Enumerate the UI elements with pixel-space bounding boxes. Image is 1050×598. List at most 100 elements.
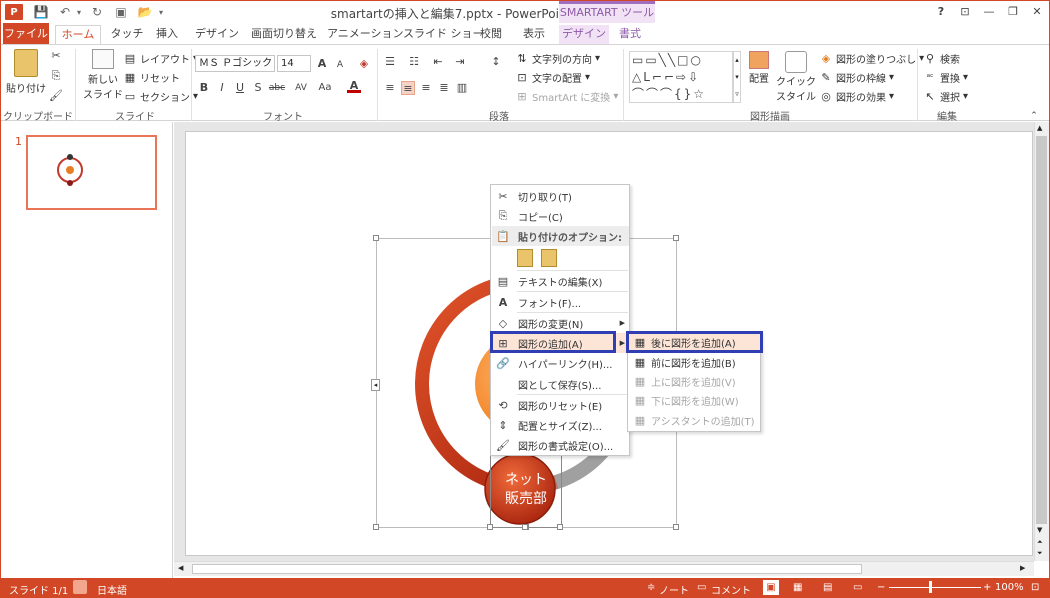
numbering-icon[interactable]: ☷ (407, 55, 421, 69)
text-direction-button[interactable]: ⇅ 文字列の方向 ▾ (515, 51, 600, 67)
reset-button[interactable]: ▦ リセット (123, 70, 180, 86)
menu-item-save-as-picture[interactable]: 図として保存(S)... (492, 374, 629, 394)
shape-outline-button[interactable]: ✎ 図形の枠線 ▾ (819, 70, 894, 86)
help-button[interactable]: ? (929, 3, 953, 21)
convert-smartart-button[interactable]: ⊞ SmartArt に変換 ▾ (515, 89, 618, 105)
tab-touch[interactable]: タッチ (109, 25, 145, 45)
slide-sorter-icon[interactable]: ▦ (793, 582, 802, 593)
fit-slide-icon[interactable]: ⊡ (1031, 582, 1039, 593)
align-left-icon[interactable]: ≡ (383, 81, 397, 95)
submenu-add-assistant[interactable]: ▦ アシスタントの追加(T) (629, 411, 760, 430)
shape-effects-button[interactable]: ◎ 図形の効果 ▾ (819, 89, 894, 105)
tab-home[interactable]: ホーム (55, 25, 101, 46)
vertical-scroll-thumb[interactable] (1036, 136, 1047, 524)
scroll-down-icon[interactable]: ▼ (1037, 526, 1042, 534)
smartart-node-text[interactable]: ネット 販売部 (493, 471, 559, 509)
arrange-button[interactable]: 配置 (745, 51, 773, 85)
collapse-ribbon-icon[interactable]: ⌃ (1027, 109, 1041, 123)
tab-animations[interactable]: アニメーション (327, 25, 404, 45)
paste-keep-formatting-icon[interactable] (517, 249, 533, 267)
cut-icon[interactable]: ✂ (49, 49, 63, 63)
minimize-button[interactable]: — (977, 3, 1001, 21)
notes-button[interactable]: ノート (659, 582, 689, 597)
undo-dropdown-icon[interactable]: ▾ (71, 4, 87, 20)
paste-as-picture-icon[interactable] (541, 249, 557, 267)
tab-review[interactable]: 校閲 (479, 25, 503, 45)
strikethrough-button[interactable]: abc (267, 81, 287, 95)
menu-item-font[interactable]: A フォント(F)... (492, 292, 629, 312)
language-indicator[interactable]: 日本語 (97, 582, 127, 597)
clear-formatting-icon[interactable]: ◈ (357, 57, 371, 71)
resize-handle[interactable] (557, 524, 563, 530)
spellcheck-icon[interactable] (73, 580, 87, 594)
bullets-icon[interactable]: ☰ (383, 55, 397, 69)
underline-button[interactable]: U (233, 81, 247, 95)
menu-item-edit-text[interactable]: ▤ テキストの編集(X) (492, 271, 629, 291)
submenu-add-above[interactable]: ▦ 上に図形を追加(V) (629, 372, 760, 391)
tab-file[interactable]: ファイル (3, 23, 49, 45)
horizontal-scroll-thumb[interactable] (192, 564, 862, 574)
find-button[interactable]: ⚲ 検索 (923, 51, 960, 67)
bold-button[interactable]: B (197, 81, 211, 95)
line-spacing-icon[interactable]: ↕ (489, 55, 503, 69)
tab-slideshow[interactable]: スライド ショー (403, 25, 484, 45)
justify-icon[interactable]: ≣ (437, 81, 451, 95)
tab-design[interactable]: デザイン (195, 25, 239, 45)
menu-item-copy[interactable]: ⎘ コピー(C) (492, 206, 629, 226)
shadow-button[interactable]: S (251, 81, 265, 95)
submenu-add-below[interactable]: ▦ 下に図形を追加(W) (629, 391, 760, 410)
ribbon-display-options-button[interactable]: ⊡ (953, 3, 977, 21)
menu-item-change-shape[interactable]: ◇ 図形の変更(N) ▶ (492, 313, 629, 333)
comments-icon[interactable]: ▭ (697, 582, 706, 593)
comments-button[interactable]: コメント (711, 582, 751, 597)
replace-button[interactable]: ᵃᶜ 置換 ▾ (923, 70, 968, 85)
previous-slide-icon[interactable]: ⏶ (1037, 538, 1043, 547)
change-case-button[interactable]: Aa (315, 81, 335, 95)
layout-button[interactable]: ▤レイアウト▾ (123, 51, 198, 67)
submenu-add-before[interactable]: ▦ 前に図形を追加(B) (629, 353, 760, 372)
columns-icon[interactable]: ▥ (455, 81, 469, 95)
scroll-right-icon[interactable]: ▶ (1020, 564, 1025, 572)
zoom-out-icon[interactable]: − (877, 582, 885, 593)
tab-insert[interactable]: 挿入 (151, 25, 183, 45)
section-button[interactable]: ▭ セクション ▾ (123, 89, 198, 105)
select-button[interactable]: ↖ 選択 ▾ (923, 89, 968, 105)
next-slide-icon[interactable]: ⏷ (1037, 549, 1043, 558)
resize-handle[interactable] (522, 524, 528, 530)
reading-view-icon[interactable]: ▤ (823, 582, 832, 593)
redo-icon[interactable]: ↻ (89, 4, 105, 20)
zoom-slider[interactable] (889, 587, 981, 588)
align-center-icon[interactable]: ≡ (401, 81, 415, 95)
shapes-gallery[interactable]: ▭▭╲╲□○ △ᒪ⌐⌐⇨⇩ ⌒⌒⌒{}☆ (629, 51, 733, 103)
slideshow-view-icon[interactable]: ▭ (853, 582, 862, 593)
tab-view[interactable]: 表示 (521, 25, 547, 45)
zoom-slider-thumb[interactable] (929, 581, 932, 593)
tab-smartart-design[interactable]: デザイン (559, 25, 609, 45)
resize-handle[interactable] (487, 524, 493, 530)
increase-indent-icon[interactable]: ⇥ (453, 55, 467, 69)
save-icon[interactable]: 💾 (33, 4, 49, 20)
menu-item-format-shape[interactable]: 🖌 図形の書式設定(O)... (492, 435, 629, 455)
character-spacing-button[interactable]: AV (291, 81, 311, 95)
zoom-in-icon[interactable]: + (983, 582, 991, 593)
shrink-font-icon[interactable]: A (333, 58, 347, 72)
open-folder-icon[interactable]: 📂 (137, 4, 153, 20)
close-button[interactable]: ✕ (1025, 3, 1049, 21)
notes-icon[interactable]: ≑ (647, 582, 655, 593)
zoom-level[interactable]: 100% (995, 582, 1024, 593)
italic-button[interactable]: I (215, 81, 229, 95)
grow-font-icon[interactable]: A (315, 57, 329, 71)
scroll-up-icon[interactable]: ▲ (1037, 124, 1042, 132)
menu-item-size-position[interactable]: ⇕ 配置とサイズ(Z)... (492, 415, 629, 435)
normal-view-icon[interactable]: ▣ (763, 580, 779, 595)
shapes-gallery-scroll[interactable]: ▴ ▾ ▿ (733, 51, 741, 103)
vertical-scrollbar[interactable]: ▲ ▼ ⏶ ⏷ (1034, 122, 1049, 561)
restore-button[interactable]: ❐ (1001, 3, 1025, 21)
font-size-combo[interactable]: 14 (277, 55, 311, 72)
menu-item-reset-shape[interactable]: ⟲ 図形のリセット(E) (492, 395, 629, 415)
align-text-button[interactable]: ⊡ 文字の配置 ▾ (515, 70, 590, 86)
slide-thumbnail[interactable] (26, 135, 157, 210)
customize-qat-icon[interactable]: ▾ (153, 4, 169, 20)
scroll-left-icon[interactable]: ◀ (178, 564, 183, 572)
tab-transitions[interactable]: 画面切り替え (251, 25, 317, 45)
